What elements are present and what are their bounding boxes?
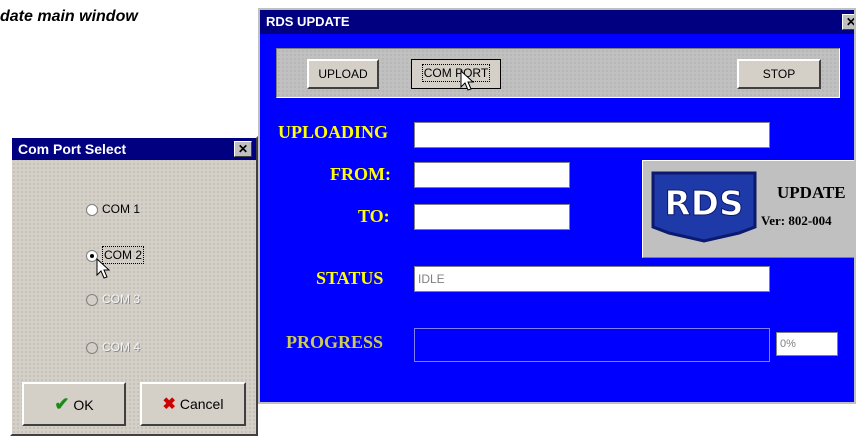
com3-radio: COM 3 — [86, 290, 140, 308]
com2-radio[interactable]: COM 2 — [86, 246, 145, 264]
window-title: RDS UPDATE — [266, 14, 350, 29]
com4-radio: COM 4 — [86, 338, 140, 356]
progress-bar — [414, 328, 770, 362]
status-label: STATUS — [316, 268, 384, 288]
cancel-label: Cancel — [179, 396, 224, 412]
com3-label: COM 3 — [102, 292, 141, 306]
rds-update-window: RDS UPDATE ✕ UPLOAD COM PORT STOP UPLOAD… — [258, 8, 856, 404]
dialog-title: Com Port Select — [18, 141, 127, 157]
progress-percent: 0% — [776, 332, 838, 356]
radio-icon — [86, 203, 98, 216]
logo-title: UPDATE — [777, 183, 846, 202]
uploading-field[interactable] — [414, 122, 770, 148]
x-icon: ✖ — [162, 396, 176, 413]
ok-label: OK — [73, 397, 94, 413]
com4-label: COM 4 — [102, 340, 141, 354]
uploading-label: UPLOADING — [278, 122, 389, 142]
mouse-pointer-icon — [460, 70, 475, 91]
dialog-title-bar: Com Port Select ✕ — [12, 138, 256, 160]
to-field[interactable] — [414, 204, 570, 230]
version-text: Ver: 802-004 — [761, 213, 832, 228]
rds-brand-text: RDS — [665, 184, 744, 224]
to-label: TO: — [358, 206, 390, 226]
mouse-pointer-icon — [96, 258, 111, 279]
toolbar: UPLOAD COM PORT STOP — [276, 48, 840, 98]
from-field[interactable] — [414, 162, 570, 188]
from-label: FROM: — [330, 164, 391, 184]
com1-label: COM 1 — [102, 202, 141, 216]
status-field: IDLE — [414, 266, 770, 292]
dialog-close-icon[interactable]: ✕ — [234, 141, 252, 157]
radio-icon — [86, 293, 98, 306]
close-icon[interactable]: ✕ — [842, 14, 854, 30]
com1-radio[interactable]: COM 1 — [86, 200, 140, 218]
com-port-button[interactable]: COM PORT — [411, 59, 501, 89]
rds-logo-icon: RDS — [651, 171, 757, 243]
progress-label: PROGRESS — [286, 332, 384, 352]
rds-logo-panel: RDS UPDATE Ver: 802-004 — [642, 160, 854, 258]
upload-button[interactable]: UPLOAD — [307, 59, 379, 89]
cancel-button[interactable]: ✖ Cancel — [140, 382, 246, 426]
com-port-label: COM PORT — [421, 64, 491, 82]
stop-button[interactable]: STOP — [737, 59, 821, 89]
checkmark-icon: ✔ — [54, 394, 70, 414]
radio-icon — [86, 341, 98, 354]
title-bar: RDS UPDATE ✕ — [260, 10, 854, 34]
ok-button[interactable]: ✔ OK — [22, 382, 126, 426]
com-port-select-dialog: Com Port Select ✕ COM 1 COM 2 COM 3 COM … — [10, 136, 258, 436]
caption-text: date main window — [0, 8, 138, 25]
